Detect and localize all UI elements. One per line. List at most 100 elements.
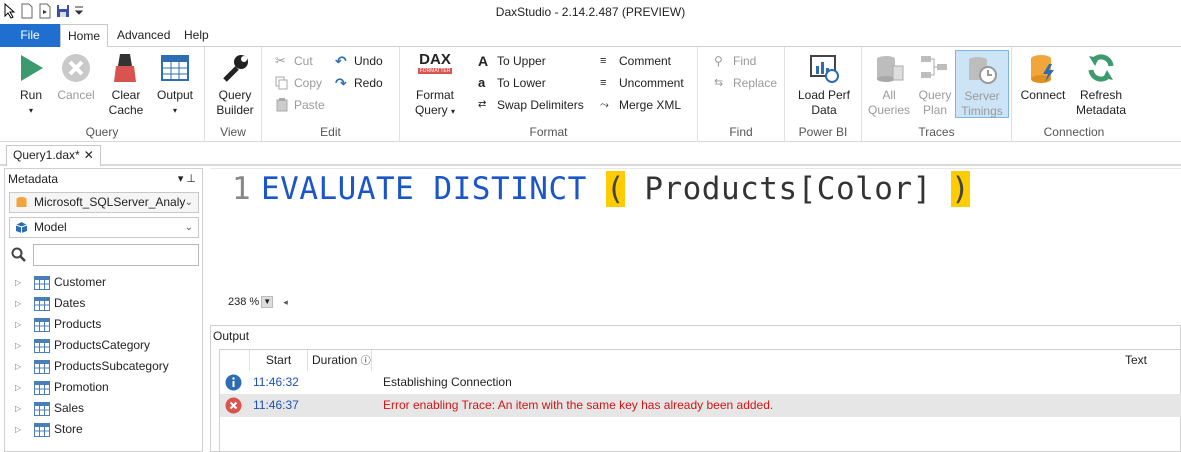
grid-output-icon (161, 55, 189, 81)
output-dropdown-icon[interactable]: ▾ (153, 103, 197, 118)
run-icon (21, 55, 43, 81)
uncomment-button[interactable]: ≡ Uncomment (600, 73, 684, 93)
cut-label: Cut (294, 54, 313, 68)
expand-arrow-icon[interactable]: ▷ (15, 335, 25, 356)
server-dropdown[interactable]: Microsoft_SQLServer_Analy ⌄ (9, 192, 199, 213)
run-dropdown-icon[interactable]: ▾ (10, 103, 52, 118)
copy-button[interactable]: Copy (275, 73, 322, 93)
refresh-metadata-button[interactable]: Refresh Metadata (1072, 52, 1130, 118)
code-line[interactable]: EVALUATE DISTINCT ( Products[Color] ) (261, 171, 971, 207)
paste-button[interactable]: Paste (275, 95, 325, 115)
group-connection: Connect Refresh Metadata Connection (1012, 47, 1136, 142)
model-name: Model (34, 220, 67, 234)
table-icon (34, 275, 50, 290)
undo-icon: ↶ (335, 53, 347, 69)
table-icon (34, 359, 50, 374)
all-queries-button[interactable]: All Queries (868, 52, 910, 118)
redo-button[interactable]: ↷ Redo (335, 73, 383, 93)
replace-button[interactable]: ⇆ Replace (714, 73, 777, 93)
table-tree-item[interactable]: ▷ Sales (15, 398, 84, 419)
clear-cache-button[interactable]: Clear Cache (103, 52, 149, 118)
table-icon (34, 422, 50, 437)
group-label-format: Format (529, 125, 568, 139)
window-title: DaxStudio - 2.14.2.487 (PREVIEW) (495, 5, 686, 19)
expand-arrow-icon[interactable]: ▷ (15, 356, 25, 377)
cut-button[interactable]: ✂ Cut (275, 51, 313, 71)
table-tree-item[interactable]: ▷ Products (15, 314, 101, 335)
clear-cache-label-2: Cache (108, 103, 144, 117)
output-row[interactable]: 11:46:32 Establishing Connection (220, 371, 1181, 394)
error-icon (225, 397, 242, 414)
pane-pin-icon[interactable]: ▾ ⊥ (178, 169, 196, 189)
expand-arrow-icon[interactable]: ▷ (15, 293, 25, 314)
cancel-button[interactable]: Cancel (55, 52, 97, 103)
tab-home[interactable]: Home (60, 24, 109, 48)
output-row[interactable]: 11:46:37 Error enabling Trace: An item wi… (220, 394, 1181, 417)
tab-advanced[interactable]: Advanced (110, 24, 177, 47)
table-tree-item[interactable]: ▷ Promotion (15, 377, 109, 398)
load-perf-data-button[interactable]: Load Perf Data (793, 52, 855, 118)
group-edit: ✂ Cut Copy Paste ↶ Undo ↷ Redo Edit (262, 47, 400, 142)
format-query-label-2: Query (414, 103, 448, 117)
wrench-icon (223, 55, 248, 82)
copy-icon (275, 76, 288, 90)
tab-help[interactable]: Help (177, 24, 216, 47)
table-tree-item[interactable]: ▷ ProductsSubcategory (15, 356, 169, 377)
output-button[interactable]: Output ▾ (153, 52, 197, 118)
redo-label: Redo (354, 76, 383, 90)
undo-button[interactable]: ↶ Undo (335, 51, 383, 71)
metadata-header: Metadata ▾ ⊥ (5, 169, 202, 189)
table-icon (34, 296, 50, 311)
swap-delimiters-button[interactable]: ⇄ Swap Delimiters (478, 95, 584, 115)
expand-arrow-icon[interactable]: ▷ (15, 314, 25, 335)
query-editor[interactable]: 1 EVALUATE DISTINCT ( Products[Color] ) … (210, 168, 1181, 318)
table-tree-item[interactable]: ▷ ProductsCategory (15, 335, 150, 356)
scroll-left-icon[interactable]: ◂ (283, 297, 288, 308)
group-powerbi: Load Perf Data Power BI (785, 47, 862, 142)
undo-label: Undo (354, 54, 383, 68)
expand-arrow-icon[interactable]: ▷ (15, 272, 25, 293)
query-plan-label-2: Plan (922, 103, 948, 117)
keyword-distinct: DISTINCT (433, 171, 587, 207)
tab-file[interactable]: File (0, 24, 60, 47)
connect-button[interactable]: Connect (1018, 52, 1068, 103)
table-tree-item[interactable]: ▷ Store (15, 419, 83, 440)
uncomment-label: Uncomment (619, 76, 684, 90)
format-query-button[interactable]: DAX FORMATTER Format Query ▾ (410, 52, 460, 119)
table-tree-item[interactable]: ▷ Customer (15, 272, 106, 293)
expand-arrow-icon[interactable]: ▷ (15, 419, 25, 440)
find-button[interactable]: ⚲ Find (714, 51, 756, 71)
comment-button[interactable]: ≡ Comment (600, 51, 671, 71)
expand-arrow-icon[interactable]: ▷ (15, 398, 25, 419)
group-label-edit: Edit (320, 125, 341, 139)
expand-arrow-icon[interactable]: ▷ (15, 377, 25, 398)
format-query-dropdown-icon[interactable]: ▾ (451, 107, 455, 116)
table-tree-item[interactable]: ▷ Dates (15, 293, 85, 314)
table-icon (34, 317, 50, 332)
query-builder-button[interactable]: Query Builder (213, 52, 257, 118)
connect-icon (1031, 55, 1054, 83)
query-plan-button[interactable]: Query Plan (914, 52, 956, 118)
tab-query1[interactable]: Query1.dax* ✕ (6, 145, 101, 166)
table-name: Promotion (54, 380, 109, 394)
eraser-icon (114, 54, 136, 82)
zoom-dropdown-icon[interactable]: ▼ (261, 296, 274, 308)
merge-xml-button[interactable]: ⤳ Merge XML (600, 95, 681, 115)
group-label-query: Query (85, 125, 119, 139)
to-upper-button[interactable]: A To Upper (478, 51, 546, 71)
column-header-text[interactable]: Text (372, 350, 1181, 371)
zoom-control[interactable]: 238 % ▼ ◂ (228, 296, 288, 308)
table-name: Dates (54, 296, 86, 310)
server-timings-button[interactable]: Server Timings (955, 50, 1009, 118)
connect-label: Connect (1020, 88, 1066, 102)
table-icon (34, 401, 50, 416)
model-dropdown[interactable]: Model ⌄ (9, 217, 199, 238)
metadata-search-input[interactable] (33, 244, 199, 266)
column-header-duration[interactable]: Duration ⓘ (308, 350, 372, 371)
run-button[interactable]: Run ▾ (10, 52, 52, 118)
close-tab-icon[interactable]: ✕ (84, 148, 94, 162)
zoom-level: 238 % (228, 296, 260, 308)
column-header-start[interactable]: Start (250, 350, 308, 371)
table-icon (34, 338, 50, 353)
to-lower-button[interactable]: a To Lower (478, 73, 546, 93)
